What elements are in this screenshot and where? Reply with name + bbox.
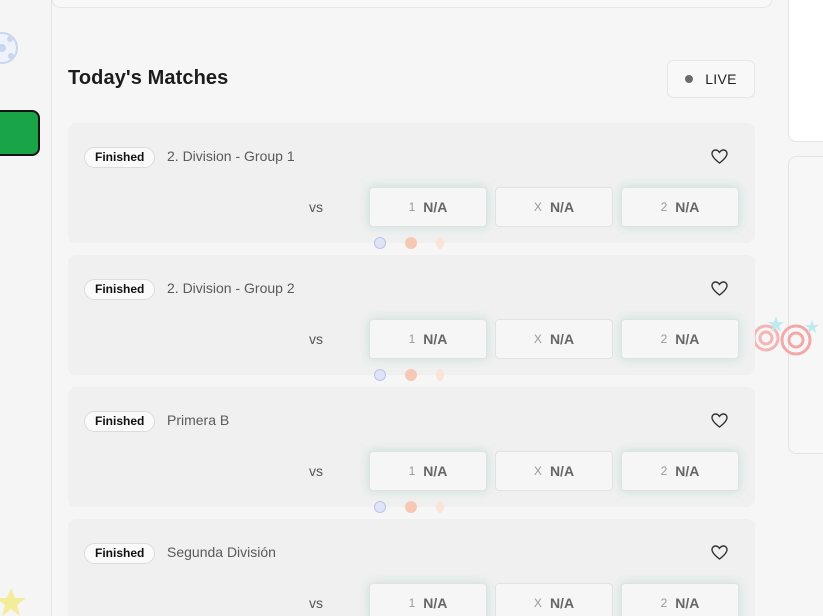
odd-value: N/A (423, 463, 448, 479)
odd-value: N/A (549, 595, 575, 611)
top-bar (52, 0, 772, 8)
basketball-icon (405, 237, 417, 249)
basketball-icon (405, 501, 417, 513)
live-label: LIVE (705, 71, 737, 87)
odd-value: N/A (675, 331, 700, 347)
odd-key: X (533, 200, 542, 214)
heart-icon[interactable] (711, 281, 728, 296)
tennis-racket-icon (436, 369, 444, 381)
odd-value: N/A (675, 595, 700, 611)
status-badge: Finished (84, 147, 156, 168)
sport-icons-strip (370, 369, 460, 381)
odd-value: N/A (423, 199, 448, 215)
status-badge: Finished (84, 411, 156, 432)
odd-home-button[interactable]: 1 N/A (369, 319, 487, 359)
sidebar-action-button[interactable] (0, 110, 40, 156)
star-icon (0, 588, 26, 616)
odd-away-button[interactable]: 2 N/A (621, 583, 739, 616)
match-card[interactable]: Finished 2. Division - Group 2 vs 1 N/A … (68, 255, 755, 381)
odd-draw-button[interactable]: X N/A (495, 319, 613, 359)
soccer-ball-icon (374, 501, 386, 513)
live-filter-button[interactable]: LIVE (667, 60, 755, 98)
odd-value: N/A (675, 199, 700, 215)
odd-value: N/A (549, 199, 575, 215)
odd-home-button[interactable]: 1 N/A (369, 187, 487, 227)
match-card[interactable]: Finished 2. Division - Group 1 vs 1 N/A … (68, 123, 755, 249)
odd-away-button[interactable]: 2 N/A (621, 187, 739, 227)
vs-label: vs (309, 331, 323, 347)
odd-away-button[interactable]: 2 N/A (621, 319, 739, 359)
soccer-ball-icon (0, 32, 18, 64)
odd-draw-button[interactable]: X N/A (495, 187, 613, 227)
odd-key: 1 (408, 464, 416, 478)
tennis-racket-icon (436, 237, 444, 249)
odd-key: X (533, 332, 542, 346)
match-card[interactable]: Finished Primera B vs 1 N/A X N/A 2 N/A (68, 387, 755, 513)
odd-key: 2 (660, 332, 668, 346)
odd-value: N/A (423, 331, 448, 347)
match-card[interactable]: Finished Segunda División vs 1 N/A X N/A… (68, 519, 755, 616)
odd-draw-button[interactable]: X N/A (495, 583, 613, 616)
vs-label: vs (309, 199, 323, 215)
league-name: 2. Division - Group 2 (167, 280, 295, 296)
odd-draw-button[interactable]: X N/A (495, 451, 613, 491)
left-sidebar (0, 0, 52, 616)
right-panel-card (788, 156, 823, 454)
soccer-ball-icon (374, 369, 386, 381)
odd-home-button[interactable]: 1 N/A (369, 583, 487, 616)
odd-home-button[interactable]: 1 N/A (369, 451, 487, 491)
odd-key: 2 (660, 200, 668, 214)
live-indicator-dot (685, 75, 694, 83)
odd-value: N/A (675, 463, 700, 479)
odd-key: X (533, 596, 542, 610)
status-badge: Finished (84, 279, 156, 300)
heart-icon[interactable] (711, 545, 728, 560)
odd-key: 2 (660, 596, 668, 610)
odd-away-button[interactable]: 2 N/A (621, 451, 739, 491)
odd-value: N/A (549, 463, 575, 479)
odd-value: N/A (549, 331, 575, 347)
status-badge: Finished (84, 543, 156, 564)
sport-icons-strip (370, 237, 460, 249)
right-panel-card (788, 0, 823, 142)
heart-icon[interactable] (711, 149, 728, 164)
tennis-racket-icon (436, 501, 444, 513)
odd-key: X (533, 464, 542, 478)
vs-label: vs (309, 595, 323, 611)
vs-label: vs (309, 463, 323, 479)
league-name: Segunda División (167, 544, 276, 560)
league-name: Primera B (167, 412, 230, 428)
odd-key: 1 (408, 200, 416, 214)
soccer-ball-icon (374, 237, 386, 249)
odd-key: 2 (660, 464, 668, 478)
league-name: 2. Division - Group 1 (167, 148, 295, 164)
heart-icon[interactable] (711, 413, 728, 428)
odd-key: 1 (408, 332, 416, 346)
sport-icons-strip (370, 501, 460, 513)
basketball-icon (405, 369, 417, 381)
odd-value: N/A (423, 595, 448, 611)
page-title: Today's Matches (68, 67, 229, 89)
target-icon (752, 316, 819, 356)
odd-key: 1 (408, 596, 416, 610)
